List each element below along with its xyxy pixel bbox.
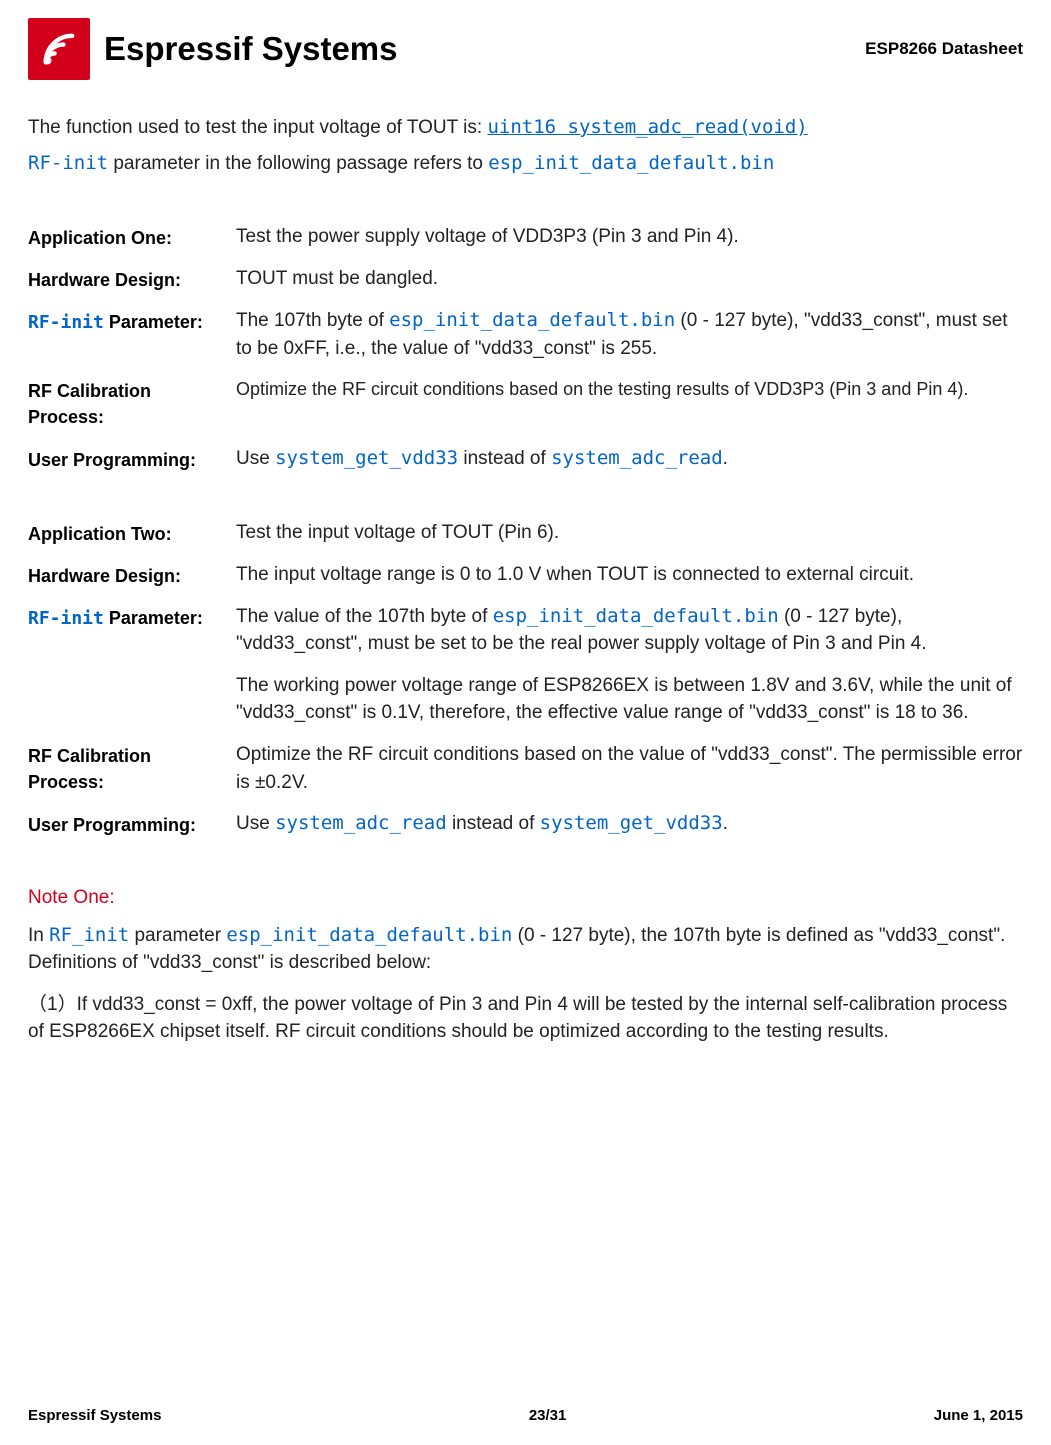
value-code: system_adc_read [551,447,723,469]
row-value: The 107th byte of esp_init_data_default.… [236,307,1023,362]
footer-page-number: 23/31 [529,1405,567,1427]
row-value: Optimize the RF circuit conditions based… [236,741,1023,796]
value-code: esp_init_data_default.bin [493,605,779,627]
document-header: Espressif Systems ESP8266 Datasheet [28,18,1023,80]
row-label: User Programming: [28,810,228,838]
label-rest: Parameter: [104,608,203,628]
table-row: Hardware Design: The input voltage range… [28,561,1023,589]
value-code: system_get_vdd33 [275,447,458,469]
application-two-block: Application Two: Test the input voltage … [28,519,1023,839]
label-code: RF-init [28,608,104,629]
table-row: Application Two: Test the input voltage … [28,519,1023,547]
value-text: The working power voltage range of ESP82… [236,672,1023,727]
application-one-block: Application One: Test the power supply v… [28,223,1023,473]
note-text: In [28,925,49,946]
row-label: RF Calibration Process: [28,741,228,795]
row-value: TOUT must be dangled. [236,265,1023,293]
value-text: . [723,448,728,469]
note-body: In RF_init parameter esp_init_data_defau… [28,922,1023,1046]
table-row: RF Calibration Process: Optimize the RF … [28,741,1023,796]
row-label: RF-init Parameter: [28,307,228,336]
document-title: ESP8266 Datasheet [865,37,1023,62]
value-text: Use [236,448,275,469]
table-row: User Programming: Use system_get_vdd33 i… [28,445,1023,473]
table-row: RF-init Parameter: The value of the 107t… [28,603,1023,727]
row-value: The value of the 107th byte of esp_init_… [236,603,1023,727]
footer-date: June 1, 2015 [934,1405,1023,1427]
note-text: parameter [129,925,226,946]
row-label: User Programming: [28,445,228,473]
table-row: RF-init Parameter: The 107th byte of esp… [28,307,1023,362]
note-code: esp_init_data_default.bin [226,924,512,946]
label-code: RF-init [28,312,104,333]
value-text: The value of the 107th byte of [236,606,493,627]
row-label: RF-init Parameter: [28,603,228,632]
label-rest: Parameter: [104,312,203,332]
value-code: system_adc_read [275,812,447,834]
note-paragraph: In RF_init parameter esp_init_data_defau… [28,922,1023,977]
value-code: system_get_vdd33 [540,812,723,834]
intro-text: The function used to test the input volt… [28,117,487,138]
row-label: Hardware Design: [28,265,228,293]
brand-name: Espressif Systems [104,25,398,73]
note-paragraph: （1）If vdd33_const = 0xff, the power volt… [28,991,1023,1046]
page-footer: Espressif Systems 23/31 June 1, 2015 [28,1405,1023,1427]
table-row: RF Calibration Process: Optimize the RF … [28,376,1023,430]
table-row: Application One: Test the power supply v… [28,223,1023,251]
row-label: RF Calibration Process: [28,376,228,430]
intro-code-adc-read: uint16 system_adc_read(void) [487,116,807,138]
brand-block: Espressif Systems [28,18,398,80]
value-text: . [723,813,728,834]
row-value: Use system_get_vdd33 instead of system_a… [236,445,1023,473]
row-label: Hardware Design: [28,561,228,589]
intro-code-rfinit: RF-init [28,152,108,174]
value-text: instead of [447,813,540,834]
table-row: User Programming: Use system_adc_read in… [28,810,1023,838]
value-text: instead of [458,448,551,469]
intro-code-initbin: esp_init_data_default.bin [488,152,774,174]
row-label: Application Two: [28,519,228,547]
row-label: Application One: [28,223,228,251]
row-value: Test the input voltage of TOUT (Pin 6). [236,519,1023,547]
note-heading: Note One: [28,884,1023,912]
intro-text: parameter in the following passage refer… [108,153,488,174]
value-code: esp_init_data_default.bin [389,309,675,331]
table-row: Hardware Design: TOUT must be dangled. [28,265,1023,293]
note-code: RF_init [49,924,129,946]
intro-line-1: The function used to test the input volt… [28,114,1023,142]
row-value: Test the power supply voltage of VDD3P3 … [236,223,1023,251]
row-value: Use system_adc_read instead of system_ge… [236,810,1023,838]
row-value: Optimize the RF circuit conditions based… [236,376,1023,402]
espressif-logo-icon [28,18,90,80]
value-text: The 107th byte of [236,310,389,331]
value-text: Use [236,813,275,834]
intro-line-2: RF-init parameter in the following passa… [28,150,1023,178]
footer-left: Espressif Systems [28,1405,161,1427]
row-value: The input voltage range is 0 to 1.0 V wh… [236,561,1023,589]
